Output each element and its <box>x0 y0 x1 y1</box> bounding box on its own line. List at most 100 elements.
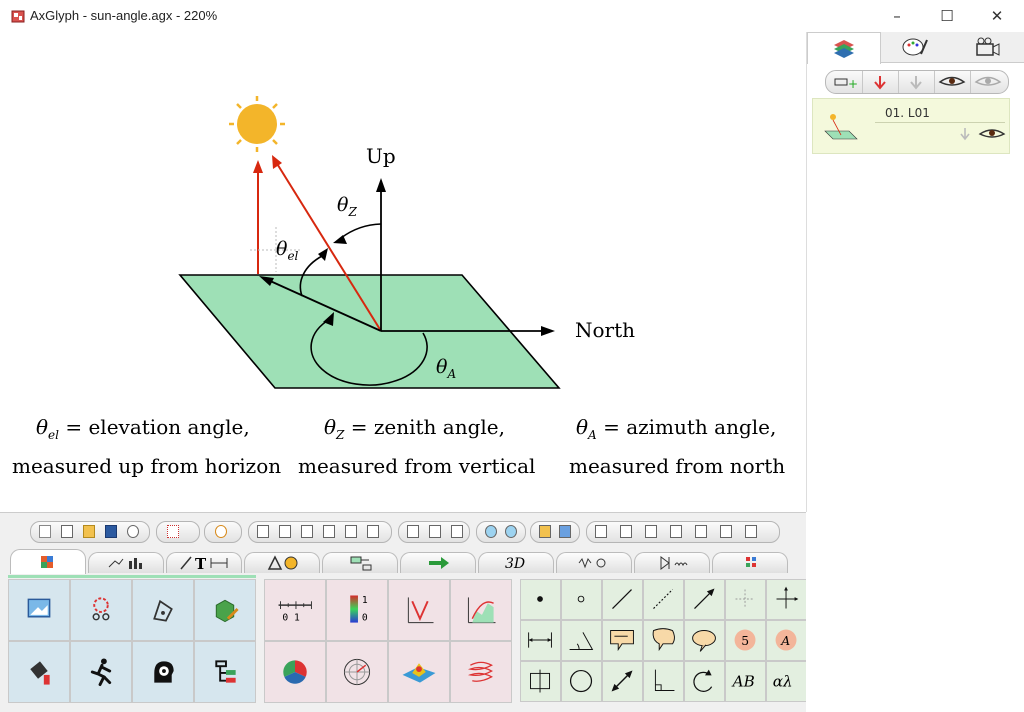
split-box-button[interactable] <box>520 661 561 702</box>
distribute-h-icon[interactable] <box>595 525 607 538</box>
vector-field-button[interactable] <box>388 579 450 641</box>
zenith-arc[interactable] <box>340 223 382 239</box>
dashed-line-button[interactable] <box>643 579 684 620</box>
tab-animation[interactable] <box>951 32 1023 62</box>
number-badge-button[interactable]: 5 <box>725 620 766 661</box>
new-file-button[interactable] <box>61 525 73 538</box>
dot-button[interactable] <box>520 579 561 620</box>
sun-icon[interactable] <box>229 96 285 152</box>
bring-front-icon[interactable] <box>539 525 551 538</box>
layer-name[interactable]: 01. L01 <box>875 103 1005 123</box>
space-v-icon[interactable] <box>670 525 682 538</box>
distribute-v-icon[interactable] <box>620 525 632 538</box>
space-h-icon[interactable] <box>645 525 657 538</box>
letter-badge-button[interactable]: A <box>766 620 806 661</box>
maximize-button[interactable]: ☐ <box>924 4 970 28</box>
insert-image-button[interactable] <box>8 579 70 641</box>
send-back-icon[interactable] <box>559 525 571 538</box>
theta-el-label[interactable]: θel <box>276 238 299 263</box>
brain-tool-button[interactable] <box>132 641 194 703</box>
dimension-button[interactable] <box>520 620 561 661</box>
save-icon[interactable] <box>105 525 117 538</box>
settings-gear-icon[interactable] <box>127 525 139 538</box>
crosshair-button[interactable] <box>725 579 766 620</box>
flip-horizontal-icon[interactable] <box>485 525 497 538</box>
align-middle-icon[interactable] <box>345 525 357 538</box>
hollow-dot-button[interactable] <box>561 579 602 620</box>
pen-tool-button[interactable] <box>132 579 194 641</box>
grid-icon[interactable] <box>167 525 179 538</box>
spiral-plot-button[interactable] <box>450 641 512 703</box>
drawing-canvas[interactable]: Up North θZ θel θA θel = elevation angle… <box>0 32 807 512</box>
align-bottom-icon[interactable] <box>367 525 379 538</box>
caption-elevation[interactable]: θel = elevation angle, measured up from … <box>12 415 281 478</box>
flip-vertical-icon[interactable] <box>505 525 517 538</box>
colorbar-button[interactable]: 10 <box>326 579 388 641</box>
align-left-icon[interactable] <box>257 525 269 538</box>
animate-button[interactable] <box>70 641 132 703</box>
edit-object-button[interactable] <box>194 579 256 641</box>
tab-lines-text[interactable]: T <box>166 552 242 573</box>
caption-azimuth[interactable]: θA = azimuth angle, measured from north <box>569 415 785 478</box>
gap-h-icon[interactable] <box>695 525 707 538</box>
delete-layer-button[interactable] <box>862 71 899 93</box>
north-label[interactable]: North <box>575 318 635 342</box>
up-label[interactable]: Up <box>366 144 396 168</box>
align-right-icon[interactable] <box>301 525 313 538</box>
align-top-icon[interactable] <box>323 525 335 538</box>
axes-button[interactable] <box>766 579 806 620</box>
show-layer-button[interactable] <box>934 71 971 93</box>
open-folder-icon[interactable] <box>83 525 95 538</box>
new-menu-button[interactable] <box>39 525 51 538</box>
circle-button[interactable] <box>561 661 602 702</box>
tab-charts[interactable] <box>88 552 164 573</box>
tab-layers[interactable] <box>807 32 881 64</box>
callout-button[interactable] <box>602 620 643 661</box>
add-layer-button[interactable]: + <box>826 71 863 93</box>
equal-gap-icon[interactable] <box>745 525 757 538</box>
number-line-button[interactable]: 0 1 <box>264 579 326 641</box>
tab-circuit[interactable] <box>556 552 632 573</box>
surface-plot-button[interactable] <box>388 641 450 703</box>
caption-zenith[interactable]: θZ = zenith angle, measured from vertica… <box>298 415 535 478</box>
theta-z-label[interactable]: θZ <box>337 194 357 219</box>
pie-chart-button[interactable] <box>264 641 326 703</box>
arc-arrow-button[interactable] <box>684 661 725 702</box>
arrow-line-button[interactable] <box>684 579 725 620</box>
same-width-icon[interactable] <box>407 525 419 538</box>
tab-style[interactable] <box>879 32 951 62</box>
tab-3d[interactable]: 3D <box>478 552 554 573</box>
text-button[interactable]: AB <box>725 661 766 702</box>
close-button[interactable]: ✕ <box>974 4 1020 28</box>
callout-oval-button[interactable] <box>684 620 725 661</box>
tab-misc[interactable] <box>712 552 788 573</box>
double-arrow-button[interactable] <box>602 661 643 702</box>
tab-shapes[interactable] <box>244 552 320 573</box>
callout-round-button[interactable] <box>643 620 684 661</box>
cut-button[interactable] <box>70 579 132 641</box>
layer-item[interactable]: 01. L01 <box>812 98 1010 154</box>
image-icon <box>27 598 51 618</box>
tab-basic[interactable] <box>10 549 86 574</box>
angle-button[interactable] <box>561 620 602 661</box>
tree-tool-button[interactable] <box>194 641 256 703</box>
rotate-icon[interactable] <box>215 525 227 538</box>
layer-visible-eye-icon[interactable] <box>977 125 1007 143</box>
tab-arrows[interactable] <box>400 552 476 573</box>
tab-flowchart[interactable] <box>322 552 398 573</box>
same-size-icon[interactable] <box>451 525 463 538</box>
hide-layer-button[interactable] <box>970 71 1006 93</box>
right-angle-button[interactable] <box>643 661 684 702</box>
move-layer-down-button[interactable] <box>898 71 935 93</box>
gap-v-icon[interactable] <box>720 525 732 538</box>
same-height-icon[interactable] <box>429 525 441 538</box>
tab-electronics[interactable] <box>634 552 710 573</box>
align-center-icon[interactable] <box>279 525 291 538</box>
layer-down-arrow-icon[interactable] <box>955 125 975 143</box>
polar-plot-button[interactable] <box>326 641 388 703</box>
fill-tool-button[interactable] <box>8 641 70 703</box>
minimize-button[interactable]: – <box>874 4 920 28</box>
math-text-button[interactable]: αλ <box>766 661 806 702</box>
line-button[interactable] <box>602 579 643 620</box>
function-plot-button[interactable] <box>450 579 512 641</box>
